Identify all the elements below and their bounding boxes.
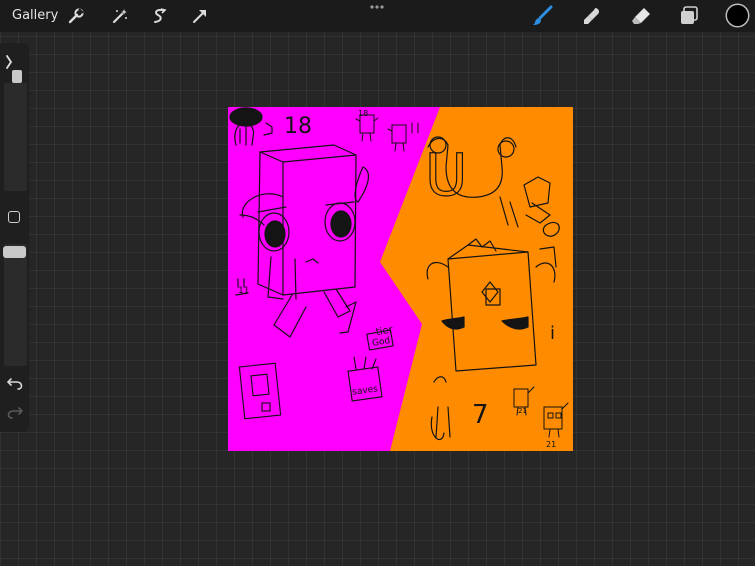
color-picker-button[interactable]	[727, 5, 748, 26]
modify-button[interactable]	[8, 211, 20, 223]
drawing-canvas[interactable]: 18 18 tier God saves 11 U i 7 21 21	[228, 107, 573, 451]
top-toolbar: Gallery	[0, 0, 755, 32]
more-options-icon[interactable]	[366, 0, 388, 14]
label-twentyone-b: 21	[546, 440, 556, 449]
label-eighteen-small: 18	[358, 109, 368, 118]
brush-icon[interactable]	[530, 4, 554, 28]
label-seven: 7	[472, 400, 489, 430]
magic-wand-icon[interactable]	[108, 4, 132, 28]
brush-size-handle[interactable]	[12, 70, 22, 83]
label-twentyone-a: 21	[518, 407, 527, 415]
gallery-button[interactable]: Gallery	[12, 7, 58, 24]
undo-icon[interactable]	[6, 374, 23, 391]
smudge-icon[interactable]	[580, 4, 604, 28]
artwork: 18 18 tier God saves 11 U i 7 21 21	[228, 107, 573, 451]
redo-icon[interactable]	[6, 403, 23, 420]
sidebar	[0, 43, 29, 432]
selection-icon[interactable]	[147, 4, 171, 28]
transform-icon[interactable]	[188, 4, 212, 28]
label-eleven: 11	[238, 286, 249, 296]
wrench-icon[interactable]	[64, 4, 88, 28]
label-uwu: U	[425, 141, 467, 209]
layers-icon[interactable]	[677, 4, 701, 28]
label-i: i	[550, 323, 555, 344]
eraser-icon[interactable]	[629, 4, 653, 28]
brush-opacity-handle[interactable]	[3, 246, 26, 258]
brush-size-slider[interactable]	[4, 83, 27, 191]
brush-opacity-slider[interactable]	[4, 244, 27, 366]
label-eighteen: 18	[284, 114, 312, 139]
